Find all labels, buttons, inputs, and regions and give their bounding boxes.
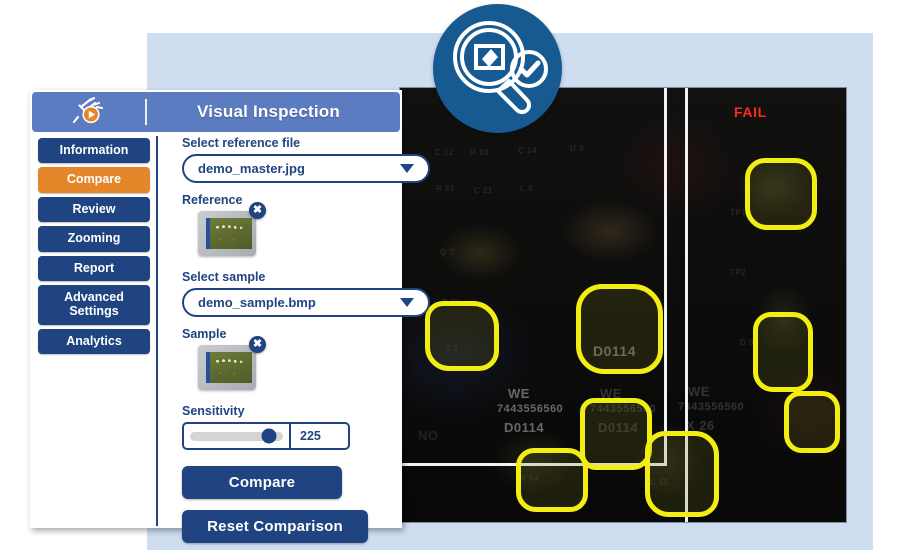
sensitivity-control[interactable]: 225: [182, 422, 350, 450]
title-bar: Visual Inspection: [32, 92, 400, 132]
chevron-down-icon: [400, 164, 414, 173]
defect-region-3[interactable]: [580, 398, 652, 470]
status-badge: FAIL: [734, 104, 767, 120]
remove-x-icon[interactable]: ✖: [249, 202, 266, 219]
reference-thumbnail-image: [206, 218, 252, 249]
sidebar-item-compare[interactable]: Compare: [38, 167, 150, 193]
sidebar-nav[interactable]: Information Compare Review Zooming Report Adv…: [38, 138, 150, 358]
sidebar-item-analytics[interactable]: Analytics: [38, 328, 150, 354]
app-logo: [32, 92, 145, 132]
reference-file-value: demo_master.jpg: [198, 161, 305, 176]
defect-region-4[interactable]: [745, 158, 817, 230]
reference-file-select[interactable]: demo_master.jpg: [182, 154, 430, 183]
compare-form: Select reference file demo_master.jpg Re…: [152, 136, 430, 543]
sidebar-item-advanced-settings[interactable]: Advanced Settings: [38, 284, 150, 325]
sensitivity-slider-thumb[interactable]: [261, 428, 277, 444]
defect-region-1[interactable]: [425, 301, 499, 371]
reset-comparison-button[interactable]: Reset Comparison: [182, 510, 368, 543]
reference-thumb-label: Reference: [182, 193, 243, 207]
defect-region-6[interactable]: [784, 391, 840, 453]
defect-region-7[interactable]: [516, 448, 588, 512]
sensitivity-label: Sensitivity: [182, 404, 245, 418]
defect-region-5[interactable]: [753, 312, 813, 392]
magnifier-check-badge: [433, 4, 562, 133]
sensitivity-slider[interactable]: [184, 423, 289, 449]
reference-file-label: Select reference file: [182, 136, 301, 150]
chevron-down-icon: [400, 298, 414, 307]
reference-thumbnail-wrap[interactable]: ✖: [198, 202, 266, 256]
sample-thumbnail-wrap[interactable]: ✖: [198, 336, 266, 390]
sample-file-value: demo_sample.bmp: [198, 295, 316, 310]
sidebar-item-zooming[interactable]: Zooming: [38, 226, 150, 252]
screenshot-root: WE 7443556560 D0114 WE 7443556560 D0114 WE 7443…: [0, 0, 900, 550]
application-window: Visual Inspection Information Compare Revi…: [30, 90, 430, 543]
sample-thumb-label: Sample: [182, 327, 227, 341]
compare-button[interactable]: Compare: [182, 466, 342, 499]
page-title: Visual Inspection: [197, 102, 340, 121]
sample-file-label: Select sample: [182, 270, 266, 284]
magnifier-check-icon: [453, 21, 548, 115]
reference-thumbnail[interactable]: [198, 211, 256, 256]
defect-region-8[interactable]: [645, 431, 719, 517]
sidebar-item-information[interactable]: Information: [38, 138, 150, 164]
plug-play-logo-icon: [72, 97, 103, 124]
sample-file-select[interactable]: demo_sample.bmp: [182, 288, 430, 317]
sidebar-item-review[interactable]: Review: [38, 196, 150, 223]
defect-region-2[interactable]: [576, 284, 663, 374]
sensitivity-value[interactable]: 225: [291, 429, 348, 443]
guide-line-vertical: [664, 88, 667, 466]
sample-thumbnail-image: [206, 352, 252, 383]
sensitivity-slider-track[interactable]: [190, 428, 283, 444]
sidebar-item-report[interactable]: Report: [38, 255, 150, 281]
remove-x-icon[interactable]: ✖: [249, 336, 266, 353]
sample-thumbnail[interactable]: [198, 345, 256, 390]
inspection-image-panel[interactable]: WE 7443556560 D0114 WE 7443556560 D0114 WE 7443…: [400, 88, 846, 522]
